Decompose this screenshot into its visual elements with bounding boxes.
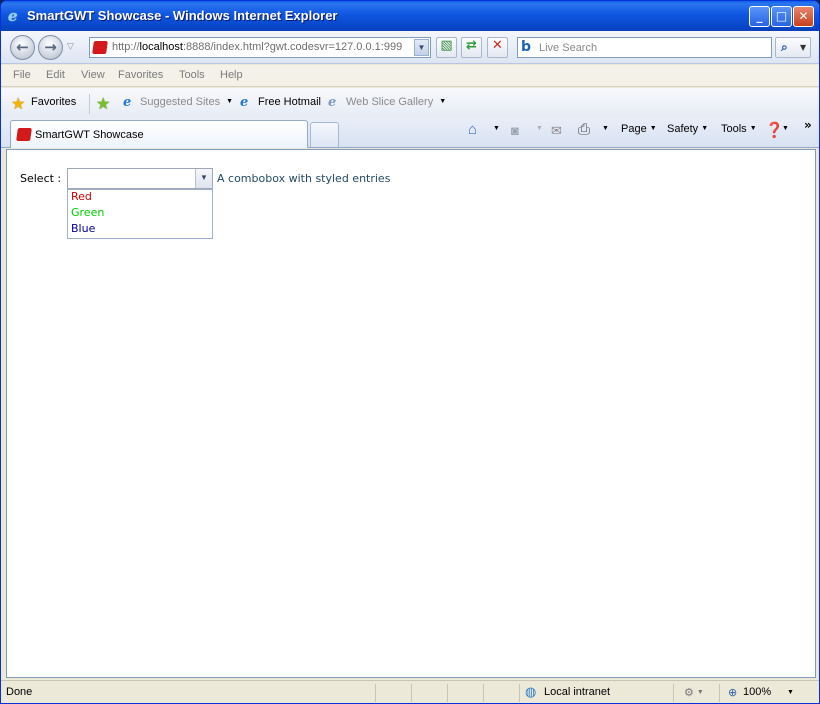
tab-row: SmartGWT Showcase ⌂ ▼ ◙ ▼ ✉ ⎙ ▼ Page ▼ Sa… bbox=[1, 118, 819, 148]
option-red[interactable]: Red bbox=[71, 190, 92, 206]
search-placeholder: Live Search bbox=[539, 42, 598, 54]
search-icon: ⌕ bbox=[781, 40, 788, 54]
option-blue[interactable]: Blue bbox=[71, 222, 95, 238]
status-divider bbox=[411, 684, 412, 702]
status-divider bbox=[673, 684, 674, 702]
zoom-level[interactable]: 100% bbox=[743, 686, 771, 698]
ie-logo-icon: e bbox=[8, 7, 18, 25]
compatibility-view-button[interactable]: ▧ bbox=[436, 37, 457, 58]
bing-logo-icon: b bbox=[521, 39, 532, 55]
forward-arrow-icon: → bbox=[44, 38, 57, 56]
add-favorite-icon[interactable]: ★ bbox=[96, 94, 110, 114]
dropdown-arrow-icon: ▼ bbox=[701, 125, 709, 132]
zoom-dropdown-icon[interactable]: ▼ bbox=[787, 689, 794, 696]
ie-page-icon: e bbox=[240, 95, 249, 110]
status-divider bbox=[719, 684, 720, 702]
back-arrow-icon: ← bbox=[16, 38, 29, 56]
web-slice-gallery-link[interactable]: Web Slice Gallery ▼ bbox=[346, 96, 446, 108]
intranet-globe-icon: ◍ bbox=[525, 684, 537, 699]
suggested-sites-link[interactable]: Suggested Sites ▼ bbox=[140, 96, 233, 108]
select-label: Select : bbox=[20, 172, 62, 185]
free-hotmail-link[interactable]: Free Hotmail bbox=[258, 96, 321, 108]
web-slice-icon: e bbox=[328, 95, 337, 110]
search-input[interactable]: b Live Search bbox=[517, 37, 772, 58]
tab-smartgwt-showcase[interactable]: SmartGWT Showcase bbox=[10, 120, 308, 148]
menu-help[interactable]: Help bbox=[220, 69, 243, 81]
home-icon[interactable]: ⌂ bbox=[468, 121, 477, 138]
favorites-star-icon: ★ bbox=[11, 96, 26, 113]
close-button[interactable]: ✕ bbox=[793, 6, 814, 27]
tab-label: SmartGWT Showcase bbox=[35, 129, 144, 141]
favorites-bar: ★ Favorites ★ e Suggested Sites ▼ e Free … bbox=[1, 88, 819, 118]
security-zone[interactable]: Local intranet bbox=[544, 686, 610, 698]
address-input[interactable]: http://localhost:8888/index.html?gwt.cod… bbox=[89, 37, 431, 58]
search-button[interactable]: ⌕ ▼ bbox=[775, 37, 811, 58]
search-options-dropdown-icon[interactable]: ▼ bbox=[800, 43, 806, 52]
new-tab-button[interactable] bbox=[310, 122, 339, 147]
menu-bar: File Edit View Favorites Tools Help bbox=[1, 65, 819, 87]
dropdown-arrow-icon: ▼ bbox=[749, 125, 757, 132]
url-text: http://localhost:8888/index.html?gwt.cod… bbox=[112, 41, 403, 53]
zoom-icon: ⊕ bbox=[728, 687, 738, 699]
window-title: SmartGWT Showcase - Windows Internet Exp… bbox=[27, 8, 338, 23]
favorites-button[interactable]: Favorites bbox=[31, 96, 76, 108]
chevron-down-icon: ▼ bbox=[200, 173, 208, 182]
menu-view[interactable]: View bbox=[81, 69, 105, 81]
page-menu[interactable]: Page ▼ bbox=[621, 123, 657, 135]
status-divider bbox=[483, 684, 484, 702]
safety-menu[interactable]: Safety ▼ bbox=[667, 123, 708, 135]
combobox-hint: A combobox with styled entries bbox=[217, 172, 391, 185]
stop-button[interactable]: ✕ bbox=[487, 37, 508, 58]
page-content: Select : ▼ A combobox with styled entrie… bbox=[6, 149, 816, 678]
protected-mode-icon[interactable]: ⚙ ▼ bbox=[684, 686, 704, 699]
minimize-button[interactable]: _ bbox=[749, 6, 770, 27]
menu-favorites[interactable]: Favorites bbox=[118, 69, 163, 81]
status-divider bbox=[519, 684, 520, 702]
mail-icon[interactable]: ✉ bbox=[551, 123, 562, 139]
page-favicon-icon bbox=[16, 128, 32, 141]
title-bar: e SmartGWT Showcase - Windows Internet E… bbox=[1, 1, 819, 31]
refresh-icon: ⇄ bbox=[466, 38, 477, 53]
status-text: Done bbox=[6, 686, 33, 698]
dropdown-arrow-icon: ▼ bbox=[782, 125, 789, 132]
more-commands-chevron-icon[interactable]: » bbox=[804, 118, 812, 132]
feeds-dropdown[interactable]: ▼ bbox=[533, 123, 543, 135]
tools-menu[interactable]: Tools ▼ bbox=[721, 123, 757, 135]
dropdown-arrow-icon: ▼ bbox=[602, 125, 609, 132]
feeds-icon[interactable]: ◙ bbox=[511, 123, 519, 138]
status-bar: Done ◍ Local intranet ⚙ ▼ ⊕ 100% ▼ bbox=[1, 680, 819, 703]
dropdown-arrow-icon: ▼ bbox=[439, 98, 447, 105]
address-dropdown-button[interactable]: ▼ bbox=[414, 39, 429, 56]
status-divider bbox=[447, 684, 448, 702]
status-divider bbox=[375, 684, 376, 702]
browser-window: e SmartGWT Showcase - Windows Internet E… bbox=[0, 0, 820, 704]
option-green[interactable]: Green bbox=[71, 206, 104, 222]
menu-edit[interactable]: Edit bbox=[46, 69, 65, 81]
print-dropdown[interactable]: ▼ bbox=[599, 123, 609, 135]
dropdown-arrow-icon: ▼ bbox=[493, 125, 500, 132]
home-dropdown[interactable]: ▼ bbox=[490, 123, 500, 135]
forward-button[interactable]: → bbox=[38, 35, 63, 60]
menu-tools[interactable]: Tools bbox=[179, 69, 205, 81]
combobox-picklist: Red Green Blue bbox=[67, 189, 213, 239]
compatibility-icon: ▧ bbox=[440, 38, 453, 53]
history-dropdown-icon[interactable]: ▽ bbox=[67, 41, 74, 52]
combobox-dropdown-button[interactable]: ▼ bbox=[195, 169, 212, 188]
maximize-button[interactable]: □ bbox=[771, 6, 792, 27]
stop-icon: ✕ bbox=[492, 38, 503, 53]
address-toolbar: ← → ▽ http://localhost:8888/index.html?g… bbox=[1, 31, 819, 64]
divider bbox=[89, 94, 90, 114]
page-favicon-icon bbox=[92, 41, 108, 54]
print-icon[interactable]: ⎙ bbox=[578, 121, 590, 138]
styled-combobox[interactable]: ▼ bbox=[67, 168, 213, 189]
help-dropdown[interactable]: ▼ bbox=[779, 123, 789, 135]
menu-file[interactable]: File bbox=[13, 69, 31, 81]
back-button[interactable]: ← bbox=[10, 35, 35, 60]
dropdown-arrow-icon: ▼ bbox=[649, 125, 657, 132]
dropdown-arrow-icon: ▼ bbox=[536, 125, 543, 132]
ie-page-icon: e bbox=[123, 95, 132, 110]
dropdown-arrow-icon: ▼ bbox=[226, 98, 234, 105]
refresh-button[interactable]: ⇄ bbox=[461, 37, 482, 58]
